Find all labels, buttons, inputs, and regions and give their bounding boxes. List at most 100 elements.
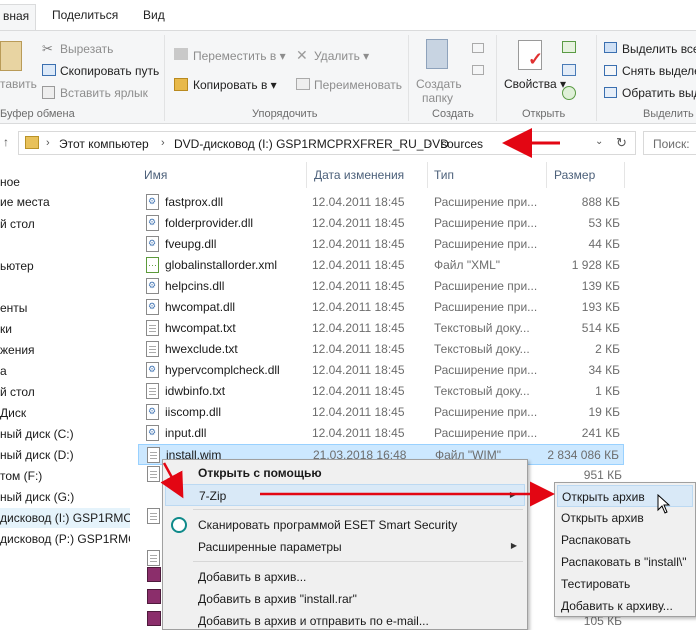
file-row[interactable]: fastprox.dll 12.04.2011 18:45 Расширение п… (138, 192, 624, 213)
refresh-icon[interactable]: ↻ (616, 135, 627, 151)
file-row[interactable]: hwexclude.txt 12.04.2011 18:45 Текстовый д… (138, 339, 624, 360)
nav-item[interactable]: ный диск (G:) (0, 487, 74, 507)
submenu-item[interactable]: Открыть архив (557, 485, 693, 507)
move-to-button[interactable]: Переместить в ▾ (193, 49, 286, 63)
column-header-name[interactable]: Имя (144, 168, 167, 182)
file-row[interactable]: fveupg.dll 12.04.2011 18:45 Расширение при… (138, 234, 624, 255)
file-size: 44 КБ (588, 237, 620, 251)
file-row[interactable]: hwcompat.txt 12.04.2011 18:45 Текстовый до… (138, 318, 624, 339)
file-row[interactable]: folderprovider.dll 12.04.2011 18:45 Расшир… (138, 213, 624, 234)
file-row[interactable]: helpcins.dll 12.04.2011 18:45 Расширение п… (138, 276, 624, 297)
file-type: Расширение при... (434, 195, 538, 209)
file-size: 139 КБ (581, 279, 620, 293)
menu-item-add-to-rar[interactable]: Добавить в архив "install.rar" (165, 588, 525, 610)
submenu-item[interactable]: Распаковать в "install\" (557, 551, 693, 573)
paste-shortcut-button[interactable]: Вставить ярлык (60, 86, 148, 100)
nav-item[interactable]: ьютер (0, 256, 34, 276)
file-name: globalinstallorder.xml (165, 258, 278, 272)
nav-item[interactable]: енты (0, 298, 27, 318)
nav-item[interactable]: том (F:) (0, 466, 42, 486)
file-name: folderprovider.dll (165, 216, 254, 230)
file-row[interactable]: input.dll 12.04.2011 18:45 Расширение при.… (138, 423, 624, 444)
chevron-down-icon[interactable]: ⌄ (595, 136, 603, 147)
paste-button[interactable]: тавить (0, 77, 37, 91)
dll-file-icon (146, 425, 159, 441)
nav-item[interactable]: Диск (0, 403, 26, 423)
nav-item[interactable]: ие места (0, 192, 50, 212)
menu-item-eset-scan[interactable]: Сканировать программой ESET Smart Securi… (165, 514, 525, 536)
file-row[interactable]: globalinstallorder.xml 12.04.2011 18:45 Фа… (138, 255, 624, 276)
file-row[interactable]: iiscomp.dll 12.04.2011 18:45 Расширение пр… (138, 402, 624, 423)
nav-item[interactable]: ный диск (D:) (0, 445, 74, 465)
file-date: 12.04.2011 18:45 (312, 405, 405, 419)
file-row[interactable]: hwcompat.dll 12.04.2011 18:45 Расширение п… (138, 297, 624, 318)
rename-button[interactable]: Переименовать (314, 78, 402, 92)
properties-button[interactable]: Свойства ▾ (504, 77, 566, 91)
select-none-icon (604, 65, 617, 76)
copy-to-button[interactable]: Копировать в ▾ (193, 78, 277, 92)
file-row[interactable]: idwbinfo.txt 12.04.2011 18:45 Текстовый до… (138, 381, 624, 402)
winrar-icon (147, 611, 161, 626)
tab-home[interactable]: вная (0, 4, 37, 31)
file-size: 514 КБ (581, 321, 620, 335)
nav-item[interactable]: жения (0, 340, 35, 360)
nav-item[interactable]: ный диск (C:) (0, 424, 74, 444)
tab-view[interactable]: Вид (143, 8, 165, 22)
file-size: 193 КБ (581, 300, 620, 314)
open-icon (562, 41, 576, 53)
nav-item[interactable]: а (0, 361, 7, 381)
group-new-label: Создать (432, 108, 474, 120)
menu-item-add-to-archive[interactable]: Добавить в архив... (165, 566, 525, 588)
new-item-icon (472, 43, 484, 53)
breadcrumb-dvd[interactable]: DVD-дисковод (I:) GSP1RMCPRXFRER_RU_DVD (174, 137, 449, 151)
file-type: Текстовый доку... (434, 342, 530, 356)
dll-file-icon (146, 299, 159, 315)
breadcrumb-separator-icon: › (161, 137, 165, 149)
select-none-button[interactable]: Снять выделе (622, 64, 696, 78)
nav-item[interactable]: дисковод (I:) GSP1RMCPF (0, 508, 130, 528)
nav-item[interactable]: й стол (0, 214, 35, 234)
cut-button[interactable]: Вырезать (60, 42, 113, 56)
file-size: 241 КБ (581, 426, 620, 440)
easy-access-icon (472, 65, 484, 75)
address-field[interactable]: › Этот компьютер › DVD-дисковод (I:) GSP… (18, 131, 636, 155)
submenu-arrow-icon: ▶ (510, 541, 517, 550)
search-placeholder: Поиск: (653, 137, 690, 151)
file-icon (147, 508, 160, 524)
nav-item[interactable]: ки (0, 319, 12, 339)
new-folder-button[interactable]: Создать (416, 77, 462, 91)
menu-item-advanced[interactable]: Расширенные параметры ▶ (165, 536, 525, 558)
file-row[interactable]: hypervcomplcheck.dll 12.04.2011 18:45 Расш… (138, 360, 624, 381)
column-header-date[interactable]: Дата изменения (314, 168, 404, 182)
nav-item[interactable]: й стол (0, 382, 35, 402)
file-date: 12.04.2011 18:45 (312, 426, 405, 440)
menu-item-open-with[interactable]: Открыть с помощью (165, 462, 525, 484)
copy-path-button[interactable]: Скопировать путь (60, 64, 159, 78)
file-size: 2 КБ (595, 342, 620, 356)
copy-path-icon (42, 64, 56, 76)
menu-item-add-and-email[interactable]: Добавить в архив и отправить по e-mail..… (165, 610, 525, 630)
invert-selection-button[interactable]: Обратить выд (622, 86, 696, 100)
breadcrumb-this-pc[interactable]: Этот компьютер (59, 137, 149, 151)
breadcrumb-sources[interactable]: sources (441, 137, 483, 151)
copy-to-icon (174, 78, 188, 91)
search-input[interactable]: Поиск: (643, 131, 696, 155)
delete-button[interactable]: Удалить ▾ (314, 49, 369, 63)
column-header-type[interactable]: Тип (434, 168, 454, 182)
submenu-item[interactable]: Распаковать (557, 529, 693, 551)
file-date: 12.04.2011 18:45 (312, 195, 405, 209)
submenu-item[interactable]: Добавить к архиву... (557, 595, 693, 617)
column-header-size[interactable]: Размер (554, 168, 595, 182)
submenu-item[interactable]: Тестировать (557, 573, 693, 595)
file-name: fveupg.dll (165, 237, 217, 251)
txt-file-icon (146, 341, 159, 357)
select-all-button[interactable]: Выделить все (622, 42, 696, 56)
up-arrow-icon[interactable]: ↑ (3, 135, 9, 149)
submenu-item[interactable]: Открыть архив (557, 507, 693, 529)
nav-item[interactable]: ное (0, 172, 20, 192)
nav-item[interactable]: дисковод (P:) GSP1RMCP (0, 529, 130, 549)
eset-icon (171, 517, 187, 533)
submenu-item-label: Тестировать (561, 577, 631, 591)
tab-share[interactable]: Поделиться (52, 8, 118, 22)
menu-item-7zip[interactable]: 7-Zip ▶ (165, 484, 525, 506)
